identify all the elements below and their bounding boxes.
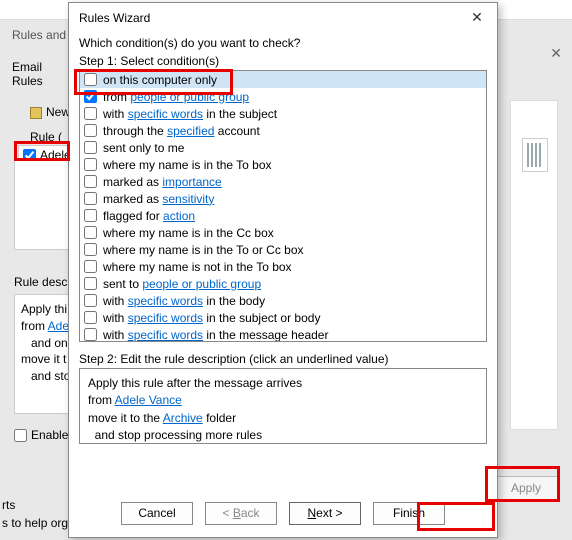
condition-checkbox[interactable] — [84, 260, 97, 273]
bg-enable-label: Enable — [31, 428, 68, 442]
condition-row[interactable]: sent to people or public group — [80, 275, 486, 292]
condition-link[interactable]: specific words — [128, 311, 203, 325]
condition-label: on this computer only — [103, 73, 217, 87]
condition-row[interactable]: through the specified account — [80, 122, 486, 139]
condition-label: marked as importance — [103, 175, 222, 189]
step1-label: Step 1: Select condition(s) — [79, 54, 487, 68]
condition-checkbox[interactable] — [84, 158, 97, 171]
bg-text-fragment: rts — [2, 498, 15, 512]
condition-checkbox[interactable] — [84, 243, 97, 256]
bg-tab-email-rules[interactable]: Email Rules — [12, 60, 62, 88]
condition-row[interactable]: on this computer only — [80, 71, 486, 88]
condition-link[interactable]: specific words — [128, 107, 203, 121]
finish-button[interactable]: Finish — [373, 502, 445, 525]
condition-checkbox[interactable] — [84, 73, 97, 86]
condition-label: with specific words in the subject — [103, 107, 277, 121]
condition-checkbox[interactable] — [84, 141, 97, 154]
conditions-listbox[interactable]: on this computer only from people or publ… — [79, 70, 487, 342]
bg-rule-label: Rule ( — [30, 130, 62, 144]
condition-label: with specific words in the subject or bo… — [103, 311, 320, 325]
condition-link[interactable]: people or public group — [130, 90, 249, 104]
condition-link[interactable]: specified — [167, 124, 214, 138]
bg-close-icon[interactable]: ✕ — [550, 45, 562, 62]
condition-label: sent to people or public group — [103, 277, 261, 291]
condition-row[interactable]: from people or public group — [80, 88, 486, 105]
cancel-button[interactable]: Cancel — [121, 502, 193, 525]
condition-checkbox[interactable] — [84, 277, 97, 290]
condition-row[interactable]: marked as sensitivity — [80, 190, 486, 207]
condition-label: through the specified account — [103, 124, 260, 138]
desc-line: move it to the Archive folder — [88, 410, 478, 427]
condition-label: with specific words in the body — [103, 294, 265, 308]
bg-apply-button[interactable]: Apply — [494, 476, 558, 500]
desc-line: Apply this rule after the message arrive… — [88, 375, 478, 392]
condition-label: marked as sensitivity — [103, 192, 214, 206]
rules-wizard-dialog: Rules Wizard ✕ Which condition(s) do you… — [68, 2, 498, 538]
back-button[interactable]: < Back — [205, 502, 277, 525]
condition-link[interactable]: importance — [162, 175, 221, 189]
bg-rule-desc-box: Apply thi from Ade and on move it t and … — [14, 294, 70, 414]
bg-rule-desc-label: Rule desc — [14, 275, 70, 289]
condition-label: from people or public group — [103, 90, 249, 104]
condition-checkbox[interactable] — [84, 192, 97, 205]
bg-enable-checkbox-row[interactable]: Enable — [14, 428, 68, 442]
condition-row[interactable]: sent only to me — [80, 139, 486, 156]
condition-checkbox[interactable] — [84, 311, 97, 324]
condition-checkbox[interactable] — [84, 226, 97, 239]
condition-row[interactable]: flagged for action — [80, 207, 486, 224]
condition-label: where my name is in the Cc box — [103, 226, 274, 240]
condition-row[interactable]: where my name is in the To box — [80, 156, 486, 173]
condition-row[interactable]: where my name is in the To or Cc box — [80, 241, 486, 258]
condition-row[interactable]: with specific words in the subject — [80, 105, 486, 122]
bg-decor-icon — [522, 138, 548, 172]
condition-link[interactable]: people or public group — [142, 277, 261, 291]
close-icon[interactable]: ✕ — [465, 9, 489, 26]
dialog-button-row: Cancel < Back Next > Finish — [79, 492, 487, 531]
bg-breadcrumb: Rules and A — [12, 28, 77, 42]
condition-label: with specific words in the message heade… — [103, 328, 328, 342]
condition-row[interactable]: marked as importance — [80, 173, 486, 190]
condition-row[interactable]: where my name is not in the To box — [80, 258, 486, 275]
desc-line: from Adele Vance — [88, 392, 478, 409]
condition-link[interactable]: sensitivity — [162, 192, 214, 206]
condition-label: where my name is in the To or Cc box — [103, 243, 304, 257]
condition-label: flagged for action — [103, 209, 195, 223]
bg-enable-checkbox[interactable] — [14, 429, 27, 442]
bg-text-fragment: s to help orga — [2, 516, 75, 530]
next-button[interactable]: Next > — [289, 502, 361, 525]
desc-link-folder[interactable]: Archive — [163, 411, 203, 425]
step2-label: Step 2: Edit the rule description (click… — [79, 352, 487, 366]
bg-rules-listbox[interactable] — [14, 160, 70, 250]
prompt-text: Which condition(s) do you want to check? — [79, 36, 487, 50]
condition-checkbox[interactable] — [84, 107, 97, 120]
desc-link-person[interactable]: Adele Vance — [115, 393, 182, 407]
condition-row[interactable]: where my name is in the Cc box — [80, 224, 486, 241]
condition-link[interactable]: action — [163, 209, 195, 223]
condition-label: where my name is in the To box — [103, 158, 272, 172]
condition-checkbox[interactable] — [84, 124, 97, 137]
condition-link[interactable]: specific words — [128, 294, 203, 308]
condition-link[interactable]: specific words — [128, 328, 203, 342]
condition-checkbox[interactable] — [84, 175, 97, 188]
desc-line: and stop processing more rules — [88, 427, 478, 444]
condition-checkbox[interactable] — [84, 90, 97, 103]
condition-row[interactable]: with specific words in the message heade… — [80, 326, 486, 342]
condition-checkbox[interactable] — [84, 328, 97, 341]
condition-checkbox[interactable] — [84, 209, 97, 222]
condition-row[interactable]: with specific words in the subject or bo… — [80, 309, 486, 326]
condition-label: where my name is not in the To box — [103, 260, 292, 274]
new-rule-icon — [30, 107, 42, 119]
condition-checkbox[interactable] — [84, 294, 97, 307]
condition-label: sent only to me — [103, 141, 184, 155]
dialog-title: Rules Wizard — [79, 11, 465, 25]
condition-row[interactable]: with specific words in the body — [80, 292, 486, 309]
rule-description-box[interactable]: Apply this rule after the message arrive… — [79, 368, 487, 444]
